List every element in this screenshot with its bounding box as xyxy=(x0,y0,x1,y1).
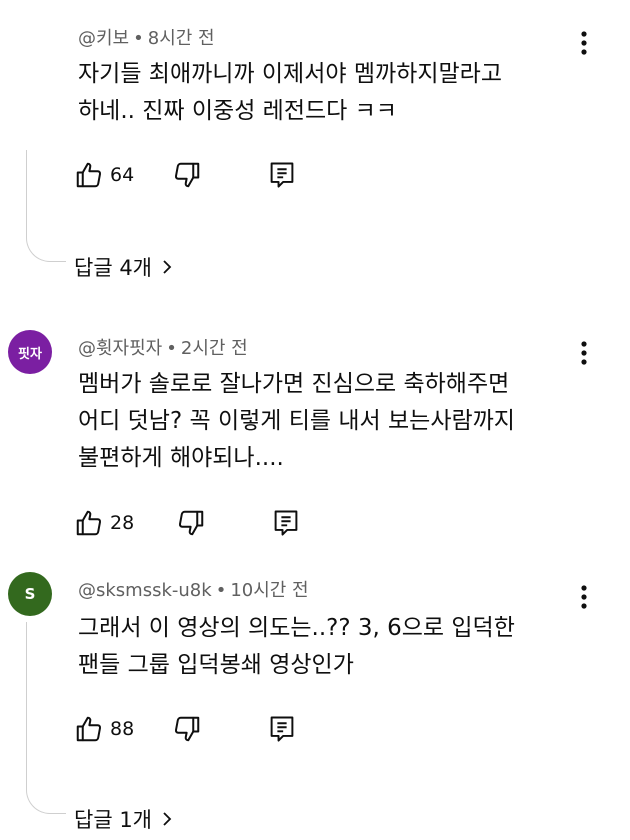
comment-line: 불편하게 해야되나.... xyxy=(78,445,284,471)
reply-button[interactable] xyxy=(272,508,300,538)
view-replies-button[interactable]: 답글 1개 xyxy=(74,804,172,834)
comment-author[interactable]: @휫자핏자 xyxy=(78,338,162,359)
thumbs-down-icon xyxy=(179,510,204,536)
comment-time: 8시간 전 xyxy=(147,28,215,49)
reply-thread-line xyxy=(26,150,66,262)
more-vert-icon xyxy=(581,31,587,55)
replies-label: 답글 1개 xyxy=(74,808,152,832)
like-count: 88 xyxy=(110,718,135,740)
comment-time: 10시간 전 xyxy=(230,580,309,601)
comment-line: 그래서 이 영상의 의도는..?? 3, 6으로 입덕한 xyxy=(78,615,515,641)
comment-line: 멤버가 솔로로 잘나가면 진심으로 축하해주면 xyxy=(78,371,510,397)
thumbs-up-icon xyxy=(76,510,102,536)
reply-button[interactable] xyxy=(268,714,296,744)
comment-text: 그래서 이 영상의 의도는..?? 3, 6으로 입덕한 팬들 그룹 입덕봉쇄 … xyxy=(78,610,558,684)
more-options-button[interactable] xyxy=(572,582,596,612)
more-options-button[interactable] xyxy=(572,28,596,58)
comment-author[interactable]: @sksmssk-u8k xyxy=(78,580,212,601)
thumbs-up-icon xyxy=(76,162,102,188)
dislike-button[interactable] xyxy=(172,714,202,744)
comment-text: 멤버가 솔로로 잘나가면 진심으로 축하해주면 어디 덧남? 꼭 이렇게 티를 … xyxy=(78,366,558,477)
avatar[interactable]: S xyxy=(8,572,52,616)
comment-meta: @키보 • 8시간 전 xyxy=(78,24,215,50)
chevron-right-icon xyxy=(163,812,172,826)
reply-button[interactable] xyxy=(268,160,296,190)
like-count: 28 xyxy=(110,512,135,534)
like-button[interactable]: 88 xyxy=(74,714,134,744)
comment-time: 2시간 전 xyxy=(180,338,248,359)
comment-line: 팬들 그룹 입덕봉쇄 영상인가 xyxy=(78,652,354,678)
more-vert-icon xyxy=(581,585,587,609)
like-count: 64 xyxy=(110,164,135,186)
comment-line: 자기들 최애까니까 이제서야 멤까하지말라고 xyxy=(78,61,502,87)
comment-text: 자기들 최애까니까 이제서야 멤까하지말라고 하네.. 진짜 이중성 레전드다 … xyxy=(78,56,558,130)
thumbs-down-icon xyxy=(175,162,200,188)
comment-actions: 28 xyxy=(74,506,300,540)
reply-thread-line xyxy=(26,622,66,814)
meta-separator: • xyxy=(166,338,177,359)
comment-meta: @sksmssk-u8k • 10시간 전 xyxy=(78,576,309,602)
replies-label: 답글 4개 xyxy=(74,256,152,280)
meta-separator: • xyxy=(215,580,227,601)
like-button[interactable]: 28 xyxy=(74,508,134,538)
view-replies-button[interactable]: 답글 4개 xyxy=(74,252,172,282)
chevron-right-icon xyxy=(163,260,172,274)
thumbs-up-icon xyxy=(76,716,102,742)
avatar[interactable]: 핏자 xyxy=(8,330,52,374)
dislike-button[interactable] xyxy=(172,160,202,190)
like-button[interactable]: 64 xyxy=(74,160,134,190)
reply-icon xyxy=(274,510,298,536)
more-vert-icon xyxy=(581,341,587,365)
comment-line: 어디 덧남? 꼭 이렇게 티를 내서 보는사람까지 xyxy=(78,408,515,434)
more-options-button[interactable] xyxy=(572,338,596,368)
comment-meta: @휫자핏자 • 2시간 전 xyxy=(78,334,248,360)
comment-actions: 88 xyxy=(74,712,296,746)
reply-icon xyxy=(270,716,294,742)
comment-line: 하네.. 진짜 이중성 레전드다 ㅋㅋ xyxy=(78,98,397,124)
thumbs-down-icon xyxy=(175,716,200,742)
comment-actions: 64 xyxy=(74,158,296,192)
comment-author[interactable]: @키보 xyxy=(78,28,129,49)
meta-separator: • xyxy=(133,28,144,49)
dislike-button[interactable] xyxy=(176,508,206,538)
reply-icon xyxy=(270,162,294,188)
